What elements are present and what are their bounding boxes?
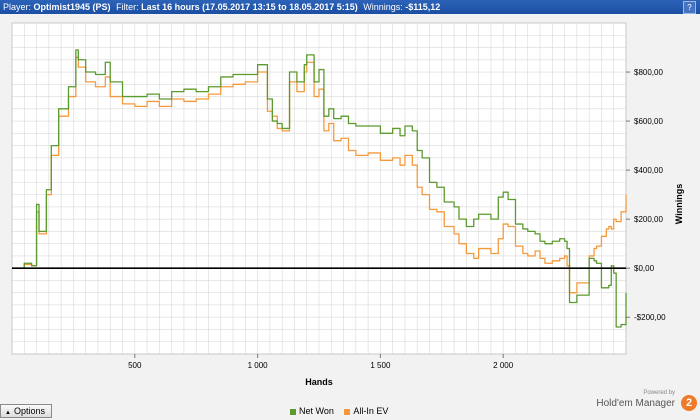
y-tick-label: -$200,00: [634, 313, 666, 322]
x-tick-label: 2 000: [493, 361, 514, 370]
help-button[interactable]: ?: [683, 1, 696, 14]
chart-legend: Net Won All-In EV: [290, 404, 396, 418]
x-tick-label: 1 000: [248, 361, 269, 370]
options-button[interactable]: ▲ Options: [0, 404, 52, 418]
filter-label: Filter:: [116, 2, 139, 12]
brand-logo: Powered by Hold'em Manager 2: [577, 390, 697, 418]
powered-by-text: Powered by: [643, 390, 675, 396]
expand-triangle-icon: ▲: [5, 410, 11, 416]
x-tick-label: 1 500: [370, 361, 391, 370]
y-tick-label: $600,00: [634, 117, 663, 126]
chart-area: 500 1 000 1 500 2 000 -$200,00 $0,00 $200,00 $4…: [0, 14, 700, 404]
winnings-value: -$115,12: [405, 2, 441, 12]
bottom-bar: ▲ Options Net Won All-In EV Powered by Ho…: [0, 390, 700, 418]
x-axis-label: Hands: [305, 377, 333, 387]
legend-label-net-won: Net Won: [299, 406, 334, 416]
legend-swatch-net-won: [290, 408, 296, 415]
x-tick-label: 500: [128, 361, 142, 370]
legend-swatch-allin-ev: [344, 408, 351, 415]
y-tick-label: $400,00: [634, 166, 663, 175]
player-label: Player:: [3, 2, 32, 12]
title-bar: Player: Optimist1945 (PS) Filter: Last 1…: [0, 0, 700, 14]
winnings-chart: 500 1 000 1 500 2 000 -$200,00 $0,00 $200,00 $4…: [11, 22, 684, 387]
y-tick-label: $200,00: [634, 215, 663, 224]
options-label: Options: [13, 406, 45, 416]
winnings-label: Winnings:: [363, 2, 403, 12]
brand-name: Hold'em Manager: [596, 398, 675, 409]
legend-item-net-won: Net Won: [290, 406, 334, 416]
filter-value: Last 16 hours (17.05.2017 13:15 to 18.05…: [141, 2, 358, 12]
hm2-badge-icon: 2: [681, 395, 697, 411]
y-tick-label: $0,00: [634, 264, 655, 273]
player-value: Optimist1945 (PS): [33, 2, 111, 12]
y-axis-label: Winnings: [674, 184, 684, 224]
legend-item-allin-ev: All-In EV: [344, 406, 388, 416]
y-tick-label: $800,00: [634, 68, 663, 77]
legend-label-allin-ev: All-In EV: [353, 406, 389, 416]
